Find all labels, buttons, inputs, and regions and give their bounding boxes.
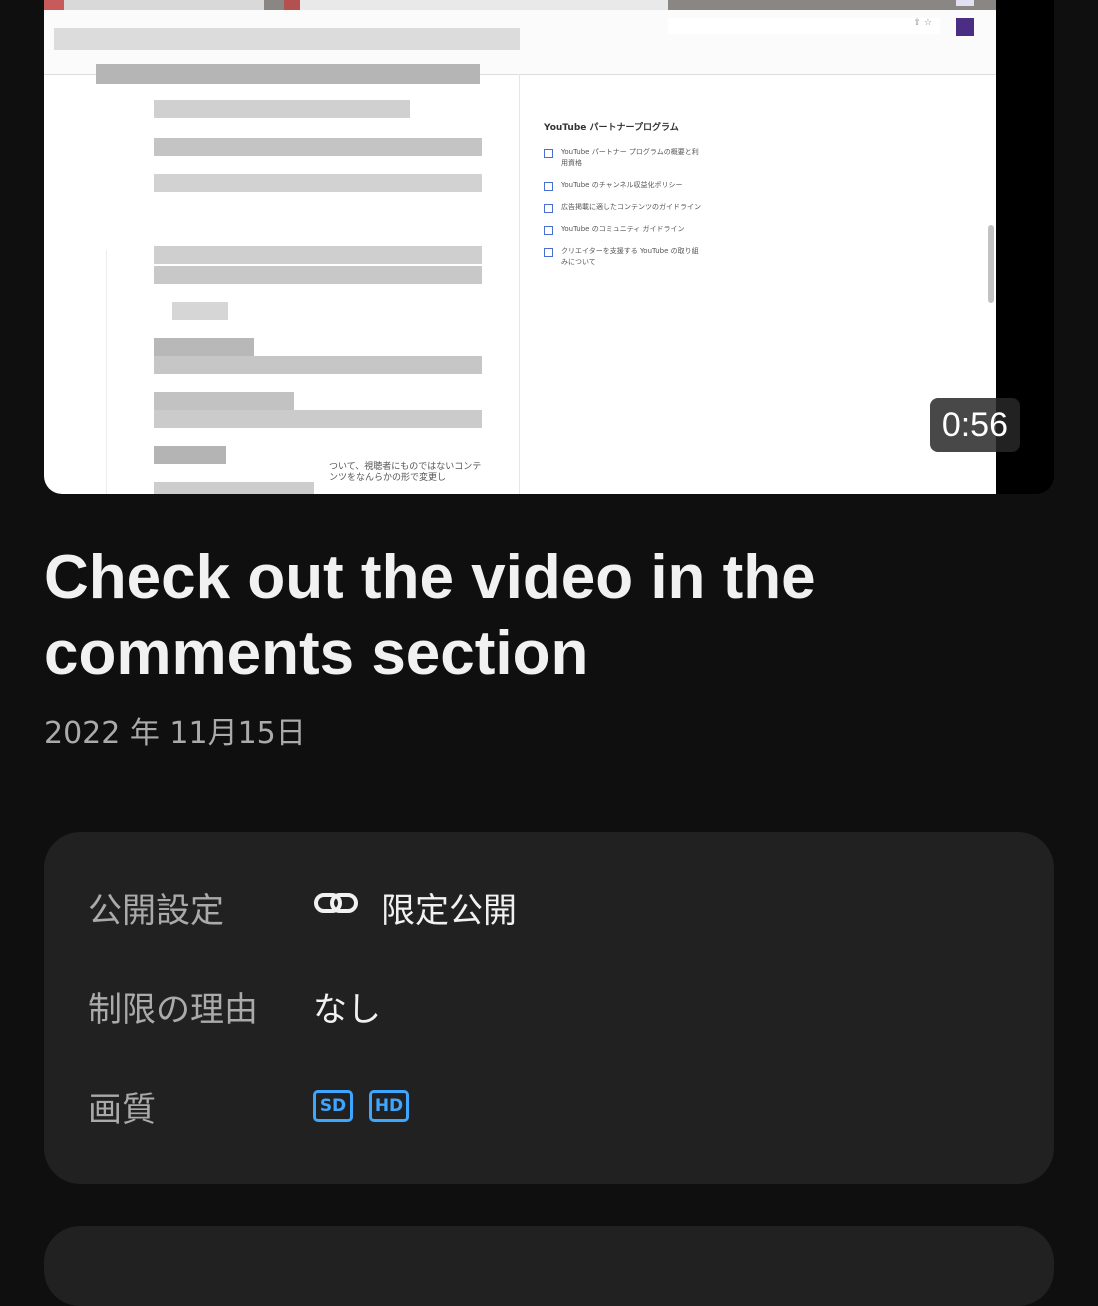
quality-row: 画質 SD HD xyxy=(88,1076,425,1136)
document-icon xyxy=(544,149,553,158)
bookmark-star-icon: ⇪ ☆ xyxy=(913,18,932,28)
embedded-help-panel: YouTube パートナープログラム YouTube パートナー プログラムの概… xyxy=(544,120,704,279)
panel-item: YouTube のチャンネル収益化ポリシー xyxy=(544,180,704,191)
thumbnail-screen-image: ⇪ ☆ YouTube パートナープログラム YouTube パートナー プログ… xyxy=(44,0,996,494)
page-divider xyxy=(519,74,520,494)
document-icon xyxy=(544,204,553,213)
document-icon xyxy=(544,182,553,191)
upload-date: 2022 年 11月15日 xyxy=(44,716,306,751)
restriction-row: 制限の理由 なし xyxy=(88,976,381,1036)
left-margin-line xyxy=(106,250,107,494)
document-icon xyxy=(544,226,553,235)
panel-title: YouTube パートナープログラム xyxy=(544,123,679,133)
extension-icon xyxy=(956,0,974,6)
link-icon xyxy=(313,887,359,927)
browser-tabstrip xyxy=(44,0,996,10)
restriction-label: 制限の理由 xyxy=(88,989,258,1030)
video-duration-badge: 0:56 xyxy=(929,398,1020,452)
thumbnail-scrollbar xyxy=(988,225,994,303)
quality-label: 画質 xyxy=(88,1089,156,1130)
panel-item: クリエイターを支援する YouTube の取り組みについて xyxy=(544,246,704,268)
panel-item: YouTube パートナー プログラムの概要と利用資格 xyxy=(544,147,704,169)
thumbnail-body-text: ついて、視聴者にものではないコンテンツをなんらかの形で変更し xyxy=(329,462,482,483)
video-thumbnail[interactable]: ⇪ ☆ YouTube パートナープログラム YouTube パートナー プログ… xyxy=(44,0,1054,494)
visibility-row[interactable]: 公開設定 限定公開 xyxy=(88,877,517,937)
visibility-value: 限定公開 xyxy=(381,890,517,931)
visibility-label: 公開設定 xyxy=(88,890,224,931)
video-title: Check out the video in the comments sect… xyxy=(44,543,816,688)
profile-icon xyxy=(956,18,974,36)
sd-badge: SD xyxy=(313,1090,353,1122)
restriction-value: なし xyxy=(313,989,381,1030)
next-card xyxy=(44,1226,1054,1306)
address-bar: ⇪ ☆ xyxy=(668,18,940,34)
video-details-card: 公開設定 限定公開 制限の理由 なし 画質 SD HD xyxy=(44,832,1054,1184)
panel-item: 広告掲載に適したコンテンツのガイドライン xyxy=(544,202,704,213)
panel-item: YouTube のコミュニティ ガイドライン xyxy=(544,224,704,235)
hd-badge: HD xyxy=(369,1090,409,1122)
document-icon xyxy=(544,248,553,257)
